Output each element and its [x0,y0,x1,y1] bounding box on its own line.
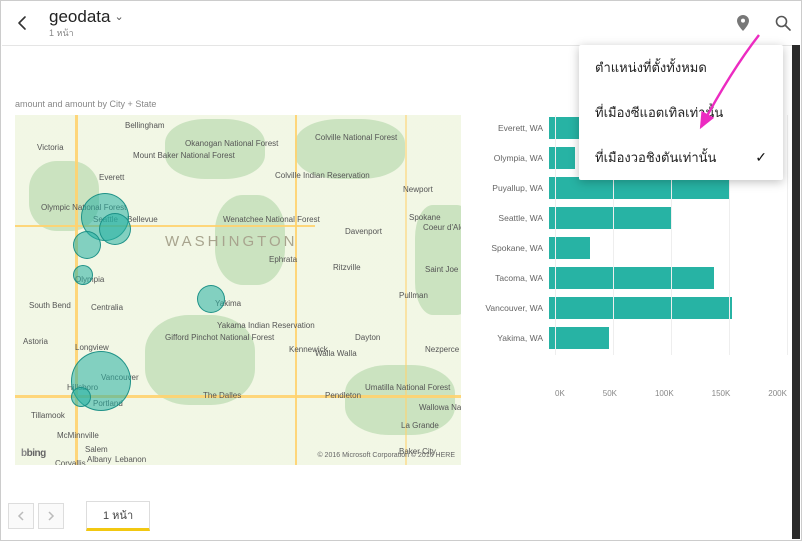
map-place-label: Bellingham [125,121,165,130]
check-icon: ✓ [755,149,767,166]
report-title[interactable]: geodata ⌄ [49,7,124,27]
map-place-label: Wenatchee National Forest [223,215,320,224]
map-place-label: La Grande [401,421,439,430]
map-place-label: Saint Joe National Forest [425,265,461,274]
page-tab[interactable]: 1 หน้า [86,501,150,531]
map-place-label: Walla Walla [315,349,357,358]
map-place-label: Okanogan National Forest [185,139,278,148]
bar-row: Spokane, WA [481,235,787,261]
chevron-down-icon: ⌄ [114,10,123,23]
axis-tick: 200K [768,389,787,398]
map-place-label: Colville Indian Reservation [275,171,370,180]
map-place-label: Newport [403,185,433,194]
map-bubble[interactable] [73,231,101,259]
bar-fill[interactable] [549,177,729,199]
bar-row: Yakima, WA [481,325,787,351]
map-visual-title: amount and amount by City + State [15,99,156,109]
bar-label: Vancouver, WA [481,303,549,313]
bar-fill[interactable] [549,147,575,169]
map-place-label: Gifford Pinchot National Forest [165,333,274,342]
map-place-label: Lebanon [115,455,146,464]
map-place-label: Albany [87,455,111,464]
map-visual[interactable]: WASHINGTON Bellingham Okanogan National F… [15,115,461,465]
map-brand: bbing [21,448,46,459]
location-filter-menu: ตำแหน่งที่ตั้งทั้งหมดที่เมืองซีแอตเทิลเท… [579,45,783,180]
map-place-label: Davenport [345,227,382,236]
app-header: geodata ⌄ 1 หน้า [1,1,801,45]
map-place-label: Astoria [23,337,48,346]
chart-gridline [787,115,788,355]
axis-tick: 100K [655,389,674,398]
right-edge-strip [792,45,800,539]
map-canvas: WASHINGTON Bellingham Okanogan National F… [15,115,461,465]
bar-fill[interactable] [549,297,732,319]
bar-fill[interactable] [549,117,581,139]
map-place-label: Ritzville [333,263,361,272]
map-place-label: Yakama Indian Reservation [217,321,315,330]
bar-label: Puyallup, WA [481,183,549,193]
map-copyright: © 2016 Microsoft Corporation © 2016 HERE [317,452,455,459]
page-tab-label: 1 หน้า [103,506,133,524]
axis-tick: 0K [555,389,565,398]
map-place-label: Wallowa National Forest [419,403,461,412]
bar-label: Olympia, WA [481,153,549,163]
map-place-label: Ephrata [269,255,297,264]
bar-label: Spokane, WA [481,243,549,253]
map-bubble[interactable] [99,213,131,245]
bar-label: Everett, WA [481,123,549,133]
bar-fill[interactable] [549,267,714,289]
map-bubble[interactable] [73,265,93,285]
bar-row: Tacoma, WA [481,265,787,291]
map-place-label: Pendleton [325,391,361,400]
map-place-label: Salem [85,445,108,454]
map-place-label: Umatilla National Forest [365,383,450,392]
map-place-label: Corvallis [55,459,86,465]
map-place-label: Colville National Forest [315,133,397,142]
next-page-button[interactable] [38,503,64,529]
header-actions [733,1,793,45]
report-title-text: geodata [49,7,110,27]
bar-label: Seattle, WA [481,213,549,223]
chart-x-axis: 0K 50K 100K 150K 200K [555,389,787,398]
page-navigator: 1 หน้า [8,496,150,536]
axis-tick: 50K [603,389,617,398]
menu-item-label: ที่เมืองซีแอตเทิลเท่านั้น [595,102,723,123]
map-place-label: Centralia [91,303,123,312]
state-label: WASHINGTON [165,233,298,250]
map-place-label: South Bend [29,301,71,310]
bar-label: Yakima, WA [481,333,549,343]
map-bubble[interactable] [197,285,225,313]
map-place-label: Coeur d'Alene National Forest [423,223,461,232]
location-filter-icon[interactable] [733,13,753,33]
map-place-label: The Dalles [203,391,241,400]
title-block: geodata ⌄ 1 หน้า [49,7,124,40]
axis-tick: 150K [712,389,731,398]
report-subtitle: 1 หน้า [49,26,124,40]
location-menu-item[interactable]: ตำแหน่งที่ตั้งทั้งหมด [579,45,783,90]
map-place-label: Dayton [355,333,380,342]
bar-label: Tacoma, WA [481,273,549,283]
bar-fill[interactable] [549,327,609,349]
location-menu-item[interactable]: ที่เมืองวอชิงตันเท่านั้น ✓ [579,135,783,180]
map-place-label: Everett [99,173,124,182]
map-place-label: Tillamook [31,411,65,420]
location-menu-item[interactable]: ที่เมืองซีแอตเทิลเท่านั้น [579,90,783,135]
bar-row: Seattle, WA [481,205,787,231]
map-bubble[interactable] [71,387,91,407]
map-place-label: McMinnville [57,431,99,440]
map-place-label: Victoria [37,143,64,152]
menu-item-label: ตำแหน่งที่ตั้งทั้งหมด [595,57,707,78]
map-place-label: Mount Baker National Forest [133,151,235,160]
map-place-label: Bellevue [127,215,158,224]
prev-page-button[interactable] [8,503,34,529]
menu-item-label: ที่เมืองวอชิงตันเท่านั้น [595,147,716,168]
chart-gridline [555,115,556,355]
map-place-label: Spokane [409,213,441,222]
bar-row: Vancouver, WA [481,295,787,321]
bar-fill[interactable] [549,207,671,229]
back-button[interactable] [11,11,35,35]
map-place-label: Nezperce National Forest [425,345,461,354]
search-icon[interactable] [773,13,793,33]
map-place-label: Pullman [399,291,428,300]
